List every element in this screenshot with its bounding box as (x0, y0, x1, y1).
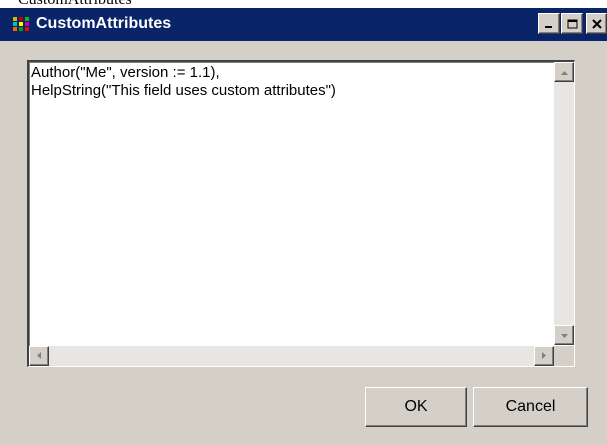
minimize-button[interactable] (538, 13, 560, 34)
close-icon (591, 18, 602, 29)
maximize-icon (567, 19, 578, 29)
ok-button[interactable]: OK (365, 387, 467, 427)
scroll-left-button[interactable] (29, 346, 49, 366)
background-window-text: CustomAttributes (18, 0, 132, 8)
horizontal-scrollbar[interactable] (29, 346, 554, 366)
attributes-text[interactable]: Author("Me", version := 1.1), HelpString… (31, 64, 571, 342)
cancel-button[interactable]: Cancel (473, 387, 588, 427)
close-button[interactable] (586, 13, 607, 34)
scrollbar-corner (554, 346, 574, 366)
window-title: CustomAttributes (36, 15, 172, 32)
maximize-button[interactable] (561, 13, 583, 34)
scroll-down-button[interactable] (554, 325, 574, 345)
background-window-strip: CustomAttributes (0, 0, 607, 8)
scroll-up-arrow-icon (560, 63, 569, 81)
scroll-up-button[interactable] (554, 62, 574, 82)
scroll-left-arrow-icon (36, 347, 42, 365)
custom-attributes-dialog: CustomAttributes CustomAttributes (0, 0, 607, 445)
minimize-icon (544, 19, 554, 29)
scroll-down-arrow-icon (560, 326, 569, 344)
app-grid-icon (12, 16, 30, 32)
attributes-text-editor[interactable]: Author("Me", version := 1.1), HelpString… (27, 60, 575, 367)
scroll-right-arrow-icon (541, 347, 547, 365)
title-bar[interactable]: CustomAttributes (0, 8, 607, 41)
vertical-scrollbar[interactable] (554, 62, 574, 345)
scroll-right-button[interactable] (534, 346, 554, 366)
